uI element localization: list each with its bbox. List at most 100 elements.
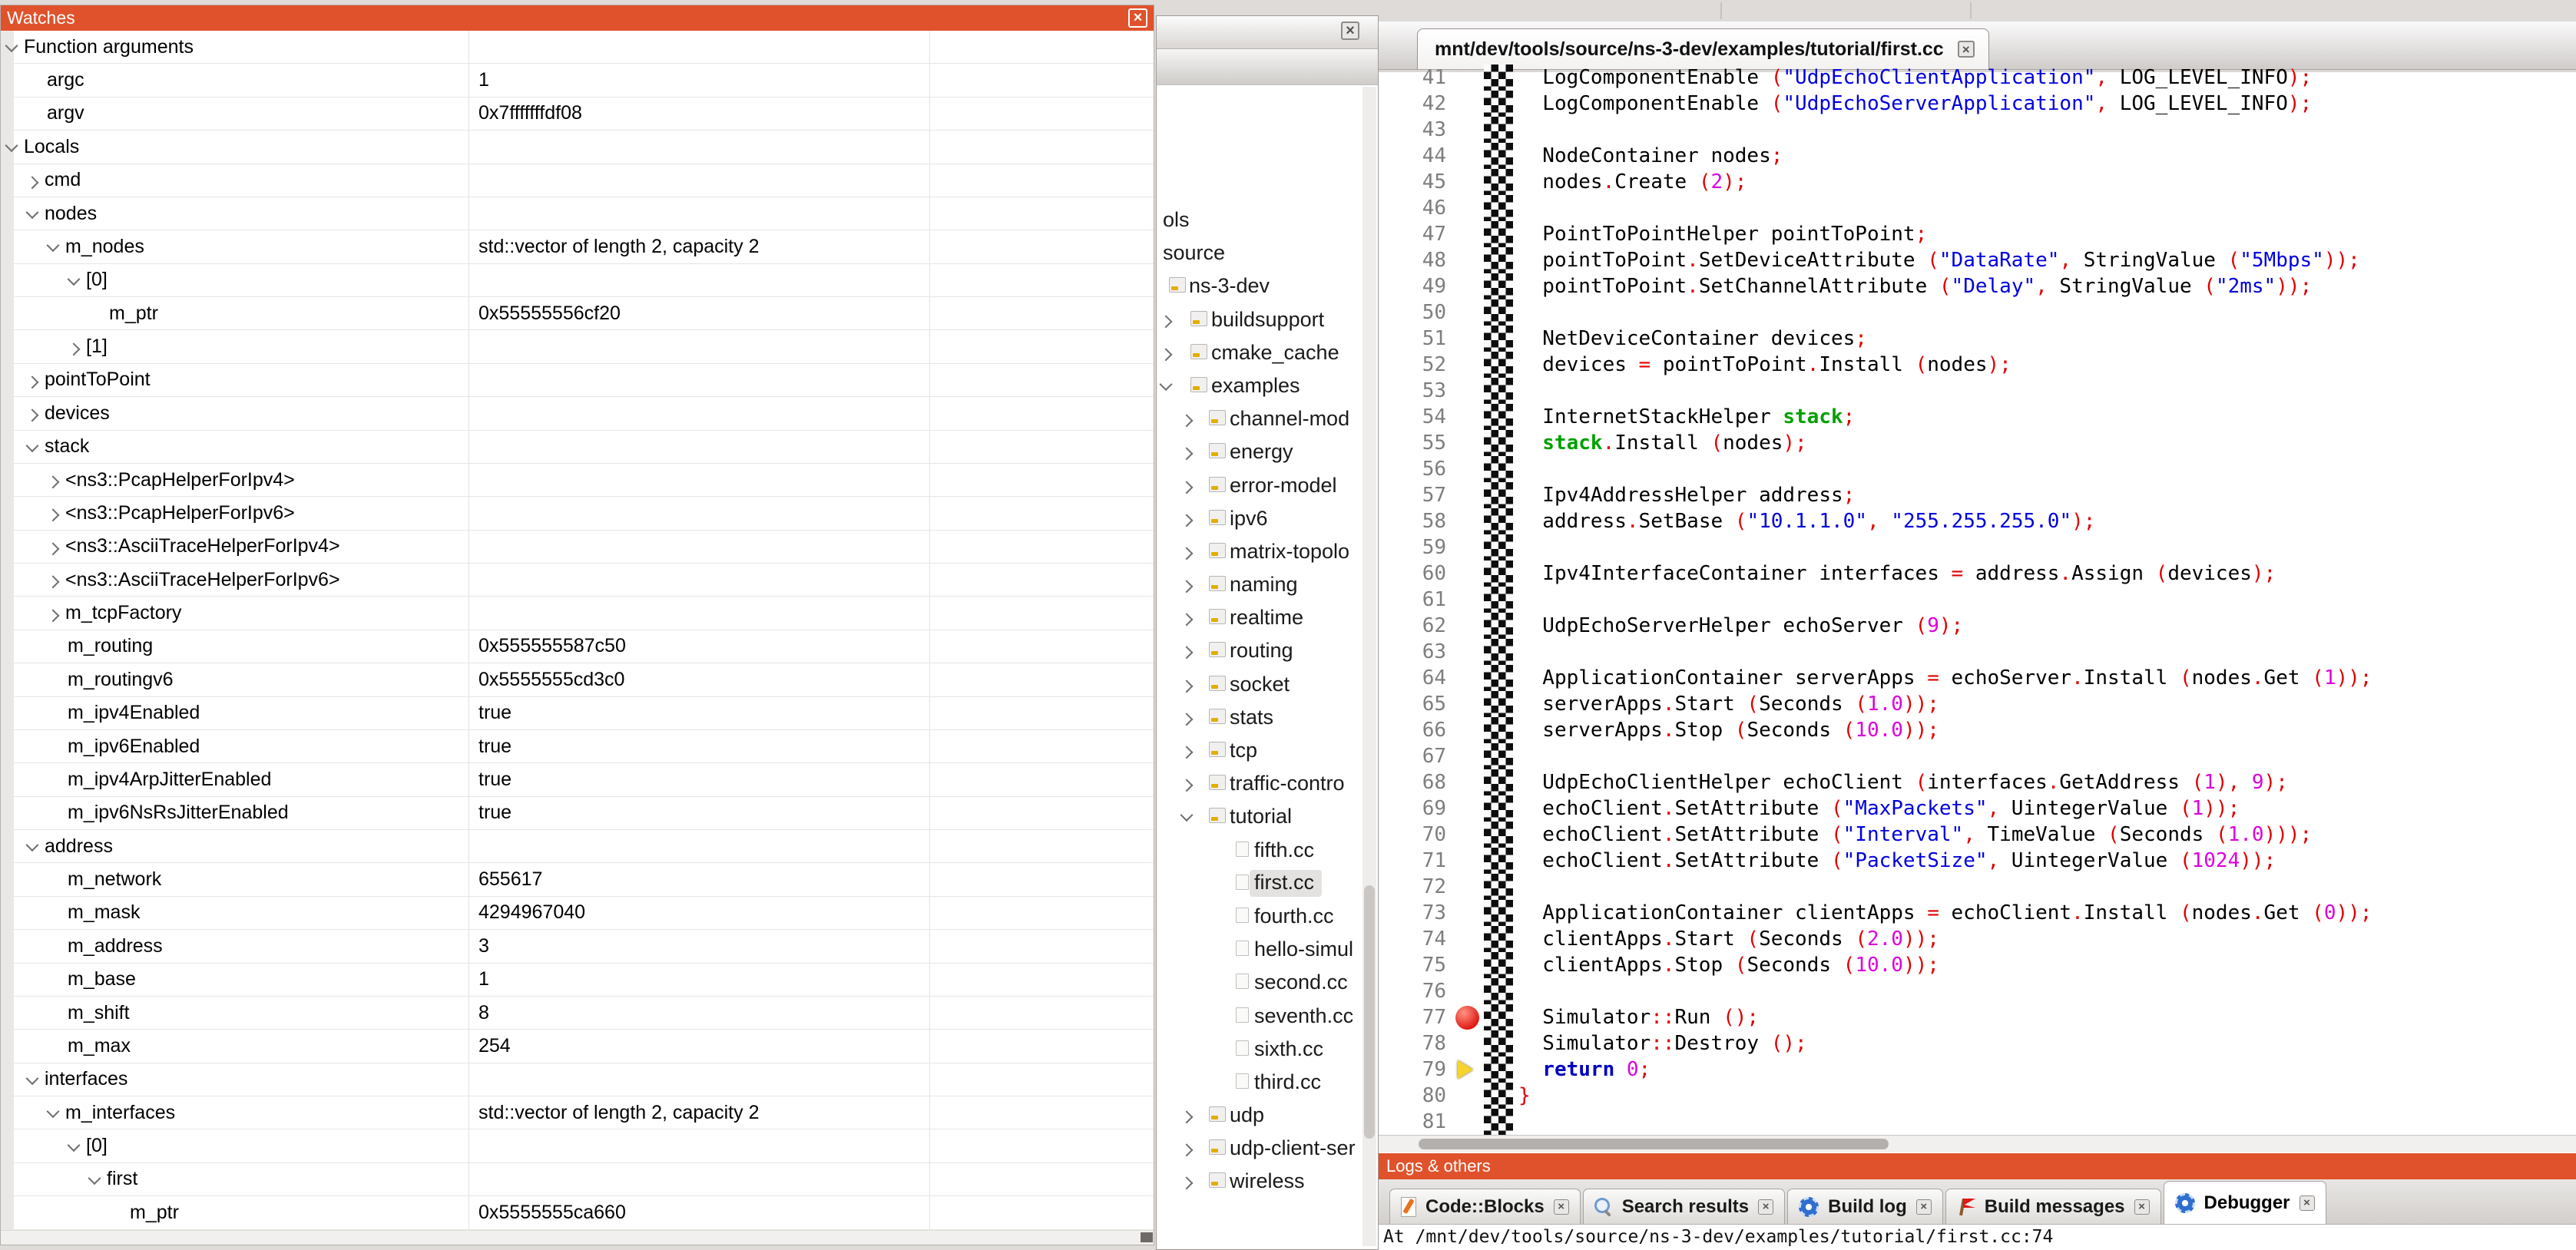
code-line[interactable]: 79 return 0; <box>1379 1057 2576 1083</box>
tree-item[interactable]: routing <box>1157 635 1362 668</box>
line-number[interactable]: 64 <box>1379 665 1446 691</box>
tree-item[interactable]: third.cc <box>1157 1066 1362 1100</box>
code-line[interactable]: 50 <box>1379 299 2576 326</box>
watch-row[interactable]: <ns3::AsciiTraceHelperForIpv6> <box>1 564 1154 597</box>
code-line[interactable]: 72 <box>1379 874 2576 900</box>
line-number[interactable]: 62 <box>1379 613 1446 639</box>
code-line[interactable]: 77 Simulator::Run (); <box>1379 1004 2576 1030</box>
breakpoint-margin[interactable] <box>1484 430 1513 456</box>
code-line[interactable]: 49 pointToPoint.SetChannelAttribute ("De… <box>1379 273 2576 299</box>
code-line[interactable]: 61 <box>1379 587 2576 613</box>
projects-panel-titlebar[interactable]: × <box>1157 16 1378 49</box>
watch-row[interactable]: m_routing0x555555587c50 <box>1 630 1154 663</box>
tree-scrollbar-thumb[interactable] <box>1364 885 1375 1139</box>
watch-row[interactable]: cmd <box>1 164 1154 197</box>
line-number[interactable]: 78 <box>1379 1030 1446 1057</box>
line-number[interactable]: 43 <box>1379 117 1446 143</box>
code-line[interactable]: 45 nodes.Create (2); <box>1379 169 2576 195</box>
watch-row[interactable]: m_address3 <box>1 930 1154 963</box>
line-number[interactable]: 77 <box>1379 1004 1446 1030</box>
expand-icon[interactable] <box>1160 315 1173 328</box>
code-line[interactable]: 48 pointToPoint.SetDeviceAttribute ("Dat… <box>1379 247 2576 273</box>
breakpoint-margin[interactable] <box>1484 1030 1513 1057</box>
line-number[interactable]: 42 <box>1379 91 1446 117</box>
expand-icon[interactable] <box>47 509 60 522</box>
breakpoint-margin[interactable] <box>1484 169 1513 195</box>
code-line[interactable]: 75 clientApps.Stop (Seconds (10.0)); <box>1379 952 2576 978</box>
breakpoint-margin[interactable] <box>1484 1109 1513 1135</box>
tree-item[interactable]: examples <box>1157 370 1362 403</box>
line-number[interactable]: 57 <box>1379 482 1446 508</box>
line-number[interactable]: 60 <box>1379 561 1446 587</box>
expand-icon[interactable] <box>1180 481 1194 494</box>
expand-icon[interactable] <box>47 542 60 555</box>
tree-item[interactable]: traffic-contro <box>1157 768 1362 801</box>
line-number[interactable]: 65 <box>1379 691 1446 717</box>
collapse-icon[interactable] <box>5 39 18 52</box>
code-lines[interactable]: 41 LogComponentEnable ("UdpEchoClientApp… <box>1379 64 2576 1135</box>
watch-row[interactable]: m_ipv6Enabledtrue <box>1 730 1154 763</box>
line-number[interactable]: 44 <box>1379 143 1446 169</box>
breakpoint-margin[interactable] <box>1484 639 1513 665</box>
breakpoint-margin[interactable] <box>1484 743 1513 769</box>
breakpoint-margin[interactable] <box>1484 508 1513 534</box>
tree-item[interactable]: ipv6 <box>1157 503 1362 536</box>
line-number[interactable]: 68 <box>1379 769 1446 795</box>
code-line[interactable]: 71 echoClient.SetAttribute ("PacketSize"… <box>1379 848 2576 874</box>
line-number[interactable]: 75 <box>1379 952 1446 978</box>
collapse-icon[interactable] <box>26 838 39 852</box>
expand-icon[interactable] <box>68 342 81 355</box>
code-line[interactable]: 55 stack.Install (nodes); <box>1379 430 2576 456</box>
breakpoint-margin[interactable] <box>1484 769 1513 795</box>
breakpoint-margin[interactable] <box>1484 117 1513 143</box>
watch-row[interactable]: m_base1 <box>1 964 1154 997</box>
breakpoint-margin[interactable] <box>1484 978 1513 1004</box>
collapse-icon[interactable] <box>47 1105 60 1118</box>
collapse-icon[interactable] <box>26 206 39 219</box>
expand-icon[interactable] <box>1180 547 1194 560</box>
breakpoint-margin[interactable] <box>1484 64 1513 91</box>
watch-row[interactable]: Function arguments <box>1 31 1154 64</box>
watches-hscrollbar-thumb[interactable] <box>1141 1232 1153 1242</box>
code-line[interactable]: 67 <box>1379 743 2576 769</box>
watch-row[interactable]: m_max254 <box>1 1030 1154 1063</box>
breakpoint-margin[interactable] <box>1484 795 1513 822</box>
line-number[interactable]: 67 <box>1379 743 1446 769</box>
line-number[interactable]: 73 <box>1379 900 1446 926</box>
expand-icon[interactable] <box>1180 680 1194 693</box>
watch-row[interactable]: stack <box>1 431 1154 464</box>
expand-icon[interactable] <box>47 475 60 488</box>
line-number[interactable]: 70 <box>1379 822 1446 848</box>
watches-titlebar[interactable]: Watches × <box>1 5 1154 31</box>
watch-row[interactable]: argc1 <box>1 64 1154 97</box>
code-line[interactable]: 51 NetDeviceContainer devices; <box>1379 326 2576 352</box>
collapse-icon[interactable] <box>47 240 60 253</box>
code-line[interactable]: 70 echoClient.SetAttribute ("Interval", … <box>1379 822 2576 848</box>
expand-icon[interactable] <box>1180 713 1194 726</box>
line-number[interactable]: 53 <box>1379 378 1446 404</box>
tree-item[interactable]: ns-3-dev <box>1157 270 1362 303</box>
code-line[interactable]: 63 <box>1379 639 2576 665</box>
breakpoint-margin[interactable] <box>1484 456 1513 482</box>
editor-hscrollbar-thumb[interactable] <box>1419 1139 1889 1149</box>
breakpoint-margin[interactable] <box>1484 1083 1513 1109</box>
watch-row[interactable]: [0] <box>1 264 1154 297</box>
tree-item[interactable]: buildsupport <box>1157 304 1362 337</box>
breakpoint-margin[interactable] <box>1484 378 1513 404</box>
watch-row[interactable]: Locals <box>1 131 1154 164</box>
code-line[interactable]: 68 UdpEchoClientHelper echoClient (inter… <box>1379 769 2576 795</box>
line-number[interactable]: 49 <box>1379 273 1446 299</box>
watch-row[interactable]: m_ipv6NsRsJitterEnabledtrue <box>1 797 1154 830</box>
code-line[interactable]: 47 PointToPointHelper pointToPoint; <box>1379 221 2576 247</box>
watch-row[interactable]: m_ptr0x55555556cf20 <box>1 297 1154 330</box>
tree-item[interactable]: naming <box>1157 569 1362 602</box>
line-number[interactable]: 58 <box>1379 508 1446 534</box>
breakpoint-margin[interactable] <box>1484 143 1513 169</box>
tree-item[interactable]: error-model <box>1157 470 1362 503</box>
code-line[interactable]: 73 ApplicationContainer clientApps = ech… <box>1379 900 2576 926</box>
code-line[interactable]: 54 InternetStackHelper stack; <box>1379 404 2576 430</box>
watch-row[interactable]: m_ptr0x5555555ca660 <box>1 1196 1154 1229</box>
close-icon[interactable]: × <box>1758 1199 1773 1215</box>
breakpoint-margin[interactable] <box>1484 613 1513 639</box>
code-line[interactable]: 74 clientApps.Start (Seconds (2.0)); <box>1379 926 2576 952</box>
